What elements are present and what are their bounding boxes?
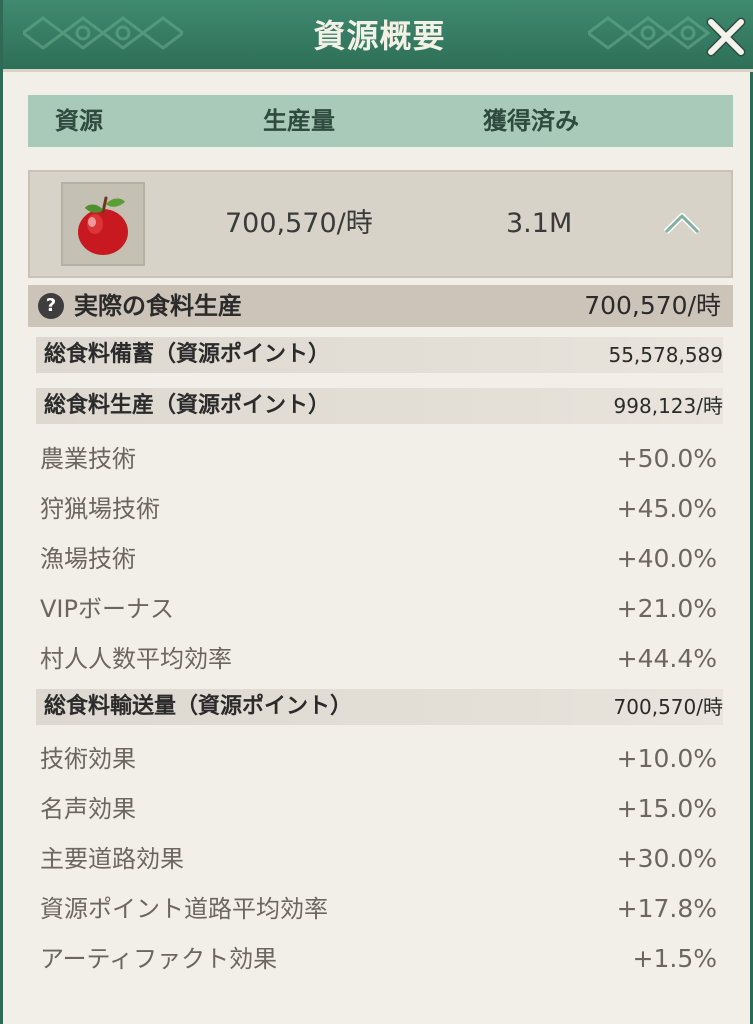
total-transport-row: 総食料輸送量（資源ポイント） 700,570/時 — [28, 689, 733, 725]
item-value: +44.4% — [616, 644, 717, 673]
storage-label: 総食料備蓄（資源ポイント） — [44, 342, 331, 367]
item-value: +15.0% — [616, 794, 717, 823]
resource-row-food[interactable]: 700,570/時 3.1M — [28, 170, 733, 278]
item-label: VIPボーナス — [40, 595, 174, 623]
list-item: 漁場技術 +40.0% — [28, 537, 733, 581]
list-item: アーティファクト効果 +1.5% — [28, 937, 733, 981]
storage-value: 55,578,589 — [608, 343, 723, 367]
resource-icon-frame — [61, 182, 145, 266]
production-section-value: 998,123/時 — [613, 394, 723, 418]
total-production-row: 総食料生産（資源ポイント） 998,123/時 — [28, 388, 733, 424]
item-label: 農業技術 — [40, 445, 136, 473]
resource-production: 700,570/時 — [225, 208, 373, 239]
list-item: 農業技術 +50.0% — [28, 437, 733, 481]
actual-food-production-row: ? 実際の食料生産 700,570/時 — [28, 285, 733, 327]
item-label: 主要道路効果 — [40, 845, 184, 873]
list-item: 資源ポイント道路平均効率 +17.8% — [28, 887, 733, 931]
production-section-label: 総食料生産（資源ポイント） — [44, 393, 331, 418]
item-value: +40.0% — [616, 544, 717, 573]
apple-icon — [78, 196, 128, 255]
item-label: 資源ポイント道路平均効率 — [40, 895, 328, 923]
list-item: 技術効果 +10.0% — [28, 737, 733, 781]
transport-section-label: 総食料輸送量（資源ポイント） — [44, 694, 353, 719]
window-title: 資源概要 — [313, 17, 446, 55]
item-value: +1.5% — [632, 944, 717, 973]
title-bar: 資源概要 — [3, 0, 753, 72]
item-value: +21.0% — [616, 594, 717, 623]
list-item: VIPボーナス +21.0% — [28, 587, 733, 631]
header-acquired: 獲得済み — [483, 107, 579, 135]
list-item: 村人人数平均効率 +44.4% — [28, 637, 733, 681]
item-label: 村人人数平均効率 — [40, 645, 232, 673]
header-resource: 資源 — [55, 107, 103, 135]
table-header: 資源 生産量 獲得済み — [28, 95, 733, 147]
header-production: 生産量 — [263, 107, 335, 135]
item-value: +30.0% — [616, 844, 717, 873]
actual-label: 実際の食料生産 — [74, 292, 242, 320]
resource-overview-panel: 資源概要 資源 生産量 獲得済み 700,570/時 3.1M ? 実際の食料生… — [0, 0, 753, 1024]
item-value: +45.0% — [616, 494, 717, 523]
list-item: 主要道路効果 +30.0% — [28, 837, 733, 881]
transport-section-value: 700,570/時 — [613, 695, 723, 719]
total-storage-row: 総食料備蓄（資源ポイント） 55,578,589 — [28, 337, 733, 373]
item-label: 狩猟場技術 — [40, 495, 160, 523]
close-icon[interactable] — [703, 14, 749, 60]
item-value: +10.0% — [616, 744, 717, 773]
actual-value: 700,570/時 — [584, 291, 721, 320]
item-label: アーティファクト効果 — [40, 945, 278, 973]
item-label: 漁場技術 — [40, 545, 136, 573]
help-icon[interactable]: ? — [38, 293, 64, 319]
item-label: 名声効果 — [40, 795, 136, 823]
item-value: +17.8% — [616, 894, 717, 923]
resource-acquired: 3.1M — [506, 208, 573, 239]
list-item: 名声効果 +15.0% — [28, 787, 733, 831]
list-item: 狩猟場技術 +45.0% — [28, 487, 733, 531]
chevron-up-icon[interactable] — [662, 208, 702, 238]
item-value: +50.0% — [616, 444, 717, 473]
item-label: 技術効果 — [40, 745, 136, 773]
